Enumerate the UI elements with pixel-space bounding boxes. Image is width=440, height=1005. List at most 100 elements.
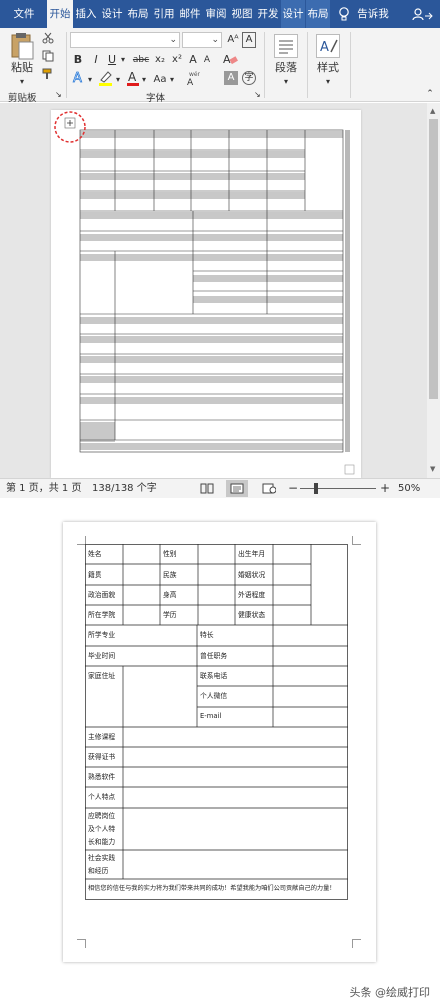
underline-dropdown-icon[interactable]: ▾: [119, 52, 127, 68]
corner-mark: [352, 536, 361, 545]
svg-text:wén: wén: [189, 71, 200, 78]
tab-view[interactable]: 视图: [230, 0, 254, 28]
font-size-combo[interactable]: ⌄: [182, 32, 222, 48]
label-health: 健康状态: [238, 611, 266, 619]
page-count[interactable]: 第 1 页，共 1 页: [6, 482, 81, 496]
shrink-font-button[interactable]: A: [200, 52, 214, 68]
label-height: 身高: [163, 591, 177, 599]
phonetic-guide-icon[interactable]: wén A: [186, 70, 200, 86]
label-email: E-mail: [200, 712, 222, 720]
tab-review[interactable]: 审阅: [204, 0, 228, 28]
paste-icon[interactable]: [10, 32, 34, 60]
ribbon-tab-bar: 文件 开始 插入 设计 布局 引用 邮件 审阅 视图 开发 设计 布局 告诉我: [0, 0, 440, 28]
label-specialty: 特长: [200, 631, 214, 639]
label-position-held: 曾任职务: [200, 652, 228, 660]
tab-home[interactable]: 开始: [47, 0, 73, 28]
zoom-out-button[interactable]: −: [288, 481, 298, 495]
label-apply-2: 及个人特: [88, 825, 116, 833]
scroll-up-icon[interactable]: ▲: [430, 107, 435, 115]
svg-text:A: A: [223, 53, 231, 66]
strikethrough-button[interactable]: abc: [131, 52, 151, 68]
label-practice-2: 和经历: [88, 867, 109, 875]
label-apply-1: 应聘岗位: [88, 812, 116, 820]
text-effects-dropdown-icon[interactable]: ▾: [86, 72, 94, 88]
label-address: 家庭住址: [88, 672, 116, 680]
tab-layout[interactable]: 布局: [126, 0, 150, 28]
styles-dropdown-icon[interactable]: ▾: [320, 74, 336, 90]
ribbon: 粘贴 ▾ 剪贴板 ↘ ⌄ ⌄ Aᴬ A B I U ▾ abc x₂ x² A …: [0, 28, 440, 104]
label-graduation: 毕业时间: [88, 652, 116, 660]
tab-references[interactable]: 引用: [152, 0, 176, 28]
tab-developer[interactable]: 开发: [256, 0, 280, 28]
subscript-button[interactable]: x₂: [153, 52, 167, 68]
enclose-characters-button[interactable]: 字: [242, 71, 256, 85]
change-case-dropdown-icon[interactable]: ▾: [168, 72, 176, 88]
word-count[interactable]: 138/138 个字: [92, 482, 157, 496]
label-certificates: 获得证书: [88, 753, 116, 761]
tab-design[interactable]: 设计: [100, 0, 124, 28]
clear-formatting-icon[interactable]: A: [222, 52, 238, 66]
label-birth: 出生年月: [238, 550, 266, 558]
styles-icon[interactable]: A: [316, 34, 340, 58]
label-phone: 联系电话: [200, 672, 228, 680]
paragraph-icon[interactable]: [274, 34, 298, 58]
collapse-ribbon-icon[interactable]: ⌃: [424, 86, 436, 102]
cut-icon[interactable]: [42, 32, 54, 44]
label-name: 姓名: [88, 550, 102, 558]
paste-dropdown-icon[interactable]: ▾: [14, 74, 30, 90]
font-color-dropdown-icon[interactable]: ▾: [140, 72, 148, 88]
char-border-icon[interactable]: A: [242, 32, 256, 48]
highlight-icon[interactable]: [98, 70, 114, 86]
tab-mailings[interactable]: 邮件: [178, 0, 202, 28]
clipboard-launcher-icon[interactable]: ↘: [55, 90, 62, 99]
tab-insert[interactable]: 插入: [74, 0, 98, 28]
lightbulb-icon: [339, 7, 349, 21]
tab-table-design[interactable]: 设计: [281, 0, 305, 28]
label-major: 所学专业: [88, 631, 116, 639]
bold-button[interactable]: B: [72, 52, 84, 68]
label-college: 所在学院: [88, 611, 116, 619]
copy-icon[interactable]: [42, 50, 54, 62]
font-color-icon[interactable]: A: [126, 70, 140, 86]
print-layout-icon[interactable]: [230, 483, 244, 494]
label-ethnicity: 民族: [163, 571, 177, 579]
web-layout-icon[interactable]: [262, 483, 276, 494]
print-preview-page: 姓名 性别 出生年月 籍贯 民族 婚姻状况 政治面貌 身高 外语程度 所在学院 …: [63, 522, 376, 962]
scrollbar-thumb[interactable]: [429, 119, 438, 399]
label-marital: 婚姻状况: [238, 571, 266, 579]
font-dialog-icon[interactable]: Aᴬ: [226, 32, 240, 48]
superscript-button[interactable]: x²: [170, 52, 184, 68]
tab-file[interactable]: 文件: [4, 0, 44, 28]
char-shading-button[interactable]: A: [224, 71, 238, 85]
underline-button[interactable]: U: [106, 52, 118, 68]
document-page-editing[interactable]: [51, 110, 361, 478]
vertical-scrollbar[interactable]: ▲ ▼: [427, 103, 440, 478]
label-gender: 性别: [163, 550, 177, 558]
font-name-combo[interactable]: ⌄: [70, 32, 180, 48]
tell-me-search[interactable]: 告诉我: [356, 0, 390, 28]
paragraph-dropdown-icon[interactable]: ▾: [278, 74, 294, 90]
highlight-dropdown-icon[interactable]: ▾: [114, 72, 122, 88]
font-launcher-icon[interactable]: ↘: [254, 90, 261, 99]
scroll-down-icon[interactable]: ▼: [430, 465, 435, 473]
status-bar: 第 1 页，共 1 页 138/138 个字 − + 50%: [0, 478, 440, 498]
format-painter-icon[interactable]: [42, 68, 54, 80]
clipboard-group-label: 剪贴板: [8, 93, 37, 104]
zoom-slider-thumb[interactable]: [314, 483, 318, 494]
corner-mark: [352, 939, 361, 948]
grow-font-button[interactable]: A: [186, 52, 200, 68]
tab-table-layout[interactable]: 布局: [306, 0, 330, 28]
resume-table-preview: [54, 111, 355, 475]
closing-statement: 相信您的信任与我的实力将为我们带来共同的成功！希望我能为咱们公司贡献自己的力量！: [88, 885, 336, 892]
text-effects-icon[interactable]: A: [72, 70, 86, 86]
share-icon[interactable]: [412, 8, 434, 21]
read-mode-icon[interactable]: [200, 483, 214, 494]
zoom-level[interactable]: 50%: [398, 482, 420, 496]
svg-text:A: A: [187, 78, 194, 86]
zoom-slider-track[interactable]: [300, 488, 376, 489]
label-wechat: 个人微信: [200, 692, 228, 700]
label-political: 政治面貌: [88, 591, 116, 599]
change-case-button[interactable]: Aa: [152, 72, 168, 88]
italic-button[interactable]: I: [90, 52, 102, 68]
zoom-in-button[interactable]: +: [380, 481, 390, 495]
